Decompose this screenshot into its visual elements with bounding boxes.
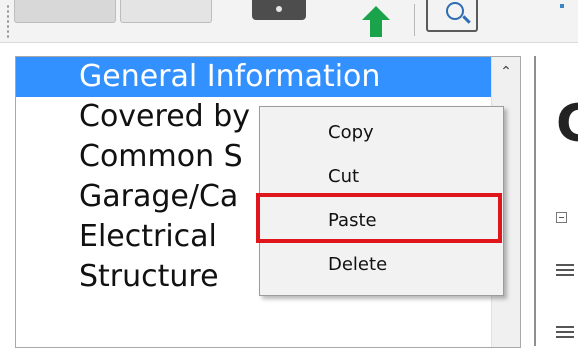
tree-item-label: Electrical bbox=[79, 219, 217, 254]
tree-item-label: Garage/Ca bbox=[79, 179, 239, 214]
drag-handle-icon[interactable] bbox=[556, 326, 574, 338]
paste-highlight-annotation bbox=[256, 193, 502, 243]
menu-item-cut[interactable]: Cut bbox=[260, 157, 503, 197]
tree-item-label: Structure bbox=[79, 259, 219, 294]
collapse-icon[interactable] bbox=[556, 212, 567, 223]
open-folder-icon[interactable] bbox=[120, 0, 212, 23]
toolbar-separator bbox=[414, 4, 415, 36]
toolbar-grip[interactable] bbox=[6, 4, 10, 38]
upload-arrow-stem bbox=[370, 19, 382, 37]
new-document-icon[interactable] bbox=[14, 0, 116, 23]
scroll-up-icon[interactable]: ⌃ bbox=[492, 61, 520, 83]
drag-handle-icon[interactable] bbox=[556, 264, 574, 276]
upload-arrow-icon[interactable] bbox=[362, 6, 390, 20]
menu-item-label: Delete bbox=[328, 254, 388, 275]
tree-item-general-information[interactable]: General Information bbox=[16, 57, 492, 97]
menu-item-delete[interactable]: Delete bbox=[260, 245, 503, 285]
toolbar-edge-icon bbox=[560, 4, 564, 8]
tree-item-label: Covered by bbox=[79, 99, 251, 134]
menu-item-label: Copy bbox=[328, 122, 374, 143]
tree-item-label: Common S bbox=[79, 139, 243, 174]
tree-item-label: General Information bbox=[79, 59, 381, 94]
menu-item-label: Cut bbox=[328, 166, 360, 187]
menu-item-copy[interactable]: Copy bbox=[260, 113, 503, 153]
detail-heading: G bbox=[556, 94, 578, 154]
save-disk-icon[interactable] bbox=[252, 0, 306, 20]
detail-panel: G bbox=[534, 56, 578, 346]
toolbar bbox=[0, 0, 578, 43]
